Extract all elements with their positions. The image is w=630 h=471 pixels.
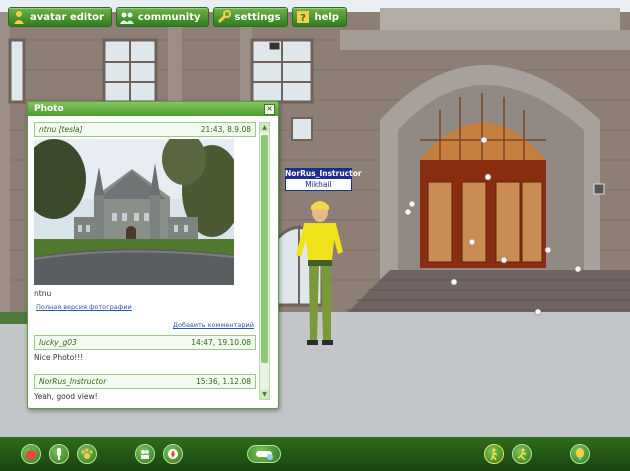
- comment-timestamp: 14:47, 19.10.08: [191, 338, 251, 347]
- nametag-subtitle: Mikhail: [285, 179, 352, 191]
- photo-caption: ntnu: [34, 289, 52, 298]
- paw-icon: [81, 448, 93, 459]
- hand-icon: [256, 451, 273, 460]
- settings-label: settings: [234, 11, 281, 23]
- comment-author[interactable]: NorRus_Instructor: [39, 377, 106, 386]
- avatar-nametag[interactable]: NorRus_Instructor Mikhail: [285, 168, 362, 191]
- scroll-up-icon[interactable]: ▲: [260, 123, 269, 132]
- help-button[interactable]: ? help: [292, 7, 347, 27]
- full-version-link[interactable]: Полная версия фотографии: [36, 303, 132, 311]
- help-label: help: [314, 11, 339, 23]
- photo-window: Photo × ntnu [tesla] 21:43, 8.9.08 ntnu …: [27, 101, 279, 409]
- nametag-name: NorRus_Instructor: [285, 168, 362, 179]
- comment-author[interactable]: lucky_g03: [39, 338, 77, 347]
- compass-icon: [168, 449, 178, 459]
- avatar-editor-label: avatar editor: [30, 11, 104, 23]
- apple-icon: [26, 448, 36, 460]
- photo-image[interactable]: [34, 139, 234, 285]
- help-icon: ?: [296, 10, 310, 24]
- comment-text: Yeah, good view!: [34, 392, 98, 401]
- avatar-icon: [12, 10, 26, 24]
- close-icon[interactable]: ×: [264, 104, 275, 115]
- photo-author[interactable]: ntnu [tesla]: [39, 125, 83, 134]
- walk-icon: [490, 448, 498, 460]
- gestures-button[interactable]: [247, 445, 281, 463]
- photo-post-header: ntnu [tesla] 21:43, 8.9.08: [34, 122, 256, 137]
- scrollbar-thumb[interactable]: [261, 135, 268, 363]
- microphone-icon: [57, 448, 61, 460]
- wrench-icon: [217, 10, 231, 24]
- scroll-down-icon[interactable]: ▼: [260, 390, 269, 399]
- voice-button[interactable]: [49, 444, 69, 464]
- add-comment-link[interactable]: Добавить комментарий: [173, 321, 254, 329]
- walk-button[interactable]: [484, 444, 504, 464]
- emotions-button[interactable]: [21, 444, 41, 464]
- svg-text:?: ?: [301, 13, 307, 24]
- photo-window-titlebar[interactable]: Photo ×: [28, 102, 278, 116]
- photo-window-title: Photo: [34, 104, 64, 114]
- balloon-icon: [576, 448, 584, 460]
- comment-item: lucky_g03 14:47, 19.10.08 Nice Photo!!!: [34, 335, 256, 362]
- bottom-toolbar: [0, 437, 630, 471]
- comment-header: lucky_g03 14:47, 19.10.08: [34, 335, 256, 350]
- run-button[interactable]: [512, 444, 532, 464]
- run-icon: [517, 448, 527, 460]
- people-icon: [141, 450, 149, 459]
- community-label: community: [137, 11, 201, 23]
- comment-text: Nice Photo!!!: [34, 353, 84, 362]
- top-menu: avatar editor community settings ? help: [8, 7, 347, 27]
- pets-button[interactable]: [77, 444, 97, 464]
- avatar-editor-button[interactable]: avatar editor: [8, 7, 112, 27]
- photo-window-content: ntnu [tesla] 21:43, 8.9.08 ntnu Полная в…: [34, 122, 256, 404]
- photo-timestamp: 21:43, 8.9.08: [200, 125, 251, 134]
- settings-button[interactable]: settings: [212, 7, 289, 27]
- comment-item: NorRus_Instructor 15:36, 1.12.08 Yeah, g…: [34, 374, 256, 401]
- community-icon: [119, 10, 134, 24]
- photo-window-scrollbar[interactable]: ▲ ▼: [259, 122, 270, 400]
- friends-button[interactable]: [135, 444, 155, 464]
- community-button[interactable]: community: [115, 7, 209, 27]
- comment-header: NorRus_Instructor 15:36, 1.12.08: [34, 374, 256, 389]
- comment-timestamp: 15:36, 1.12.08: [195, 377, 251, 386]
- navigation-button[interactable]: [163, 444, 183, 464]
- balloon-button[interactable]: [570, 444, 590, 464]
